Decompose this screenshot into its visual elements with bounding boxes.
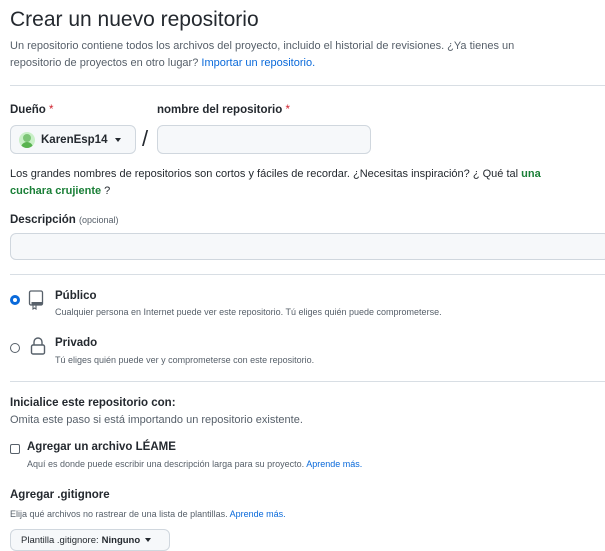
readme-checkbox[interactable] [10, 444, 20, 454]
divider [10, 85, 605, 86]
private-title: Privado [55, 337, 98, 349]
subtitle-line-2: repositorio de proyectos en otro lugar? [10, 57, 199, 69]
readme-label[interactable]: Agregar un archivo LÉAME [27, 441, 176, 453]
readme-description-text: Aquí es donde puede escribir una descrip… [27, 459, 305, 469]
gitignore-learn-more-link[interactable]: Aprende más. [230, 509, 286, 519]
page-title: Crear un nuevo repositorio [10, 8, 259, 31]
required-marker: * [285, 104, 290, 116]
public-title: Público [55, 290, 97, 302]
repo-public-icon [28, 290, 44, 310]
divider [10, 381, 605, 382]
public-description: Cualquier persona en Internet puede ver … [55, 307, 442, 317]
avatar [19, 131, 35, 148]
suggestion-end: ? [104, 185, 111, 197]
gitignore-description-text: Elija qué archivos no rastrear de una li… [10, 509, 228, 519]
optional-marker: (opcional) [79, 215, 119, 225]
required-marker: * [48, 104, 54, 116]
owner-dropdown-button[interactable]: KarenEsp14 [10, 125, 136, 154]
slash-separator: / [142, 126, 149, 151]
owner-label: Dueño * [10, 104, 53, 116]
readme-description: Aquí es donde puede escribir una descrip… [27, 459, 362, 469]
owner-name: KarenEsp14 [41, 133, 108, 146]
gitignore-template-prefix: Plantilla .gitignore: [21, 534, 99, 546]
initialize-title: Inicialice este repositorio con: [10, 397, 176, 409]
gitignore-description: Elija qué archivos no rastrear de una li… [10, 509, 286, 519]
private-description: Tú eliges quién puede ver y comprometers… [55, 355, 315, 365]
suggested-name-part2[interactable]: cuchara crujiente [10, 185, 101, 197]
subtitle-line-1: Un repositorio contiene todos los archiv… [10, 40, 515, 52]
initialize-subtitle: Omita este paso si está importando un re… [10, 414, 303, 426]
repository-name-input[interactable] [157, 125, 371, 154]
suggested-name-part1[interactable]: una [521, 168, 541, 180]
page-subtitle: Un repositorio contiene todos los archiv… [10, 38, 600, 72]
readme-learn-more-link[interactable]: Aprende más. [306, 459, 362, 469]
lock-icon [30, 337, 46, 355]
description-label: Descripción (opcional) [10, 214, 119, 226]
owner-label-text: Dueño [10, 104, 46, 116]
description-label-text: Descripción [10, 214, 76, 226]
public-radio[interactable] [10, 295, 20, 305]
repo-name-label: nombre del repositorio * [157, 104, 290, 116]
gitignore-title: Agregar .gitignore [10, 489, 110, 501]
private-radio[interactable] [10, 343, 20, 353]
caret-down-icon [115, 137, 122, 142]
description-input[interactable] [10, 233, 605, 260]
name-suggestion: Los grandes nombres de repositorios son … [10, 166, 602, 200]
gitignore-template-value: Ninguno [101, 534, 141, 546]
divider [10, 274, 605, 275]
repo-name-label-text: nombre del repositorio [157, 104, 283, 116]
caret-down-icon [145, 538, 152, 542]
import-repository-link[interactable]: Importar un repositorio. [201, 57, 315, 69]
suggestion-text: Los grandes nombres de repositorios son … [10, 168, 519, 180]
